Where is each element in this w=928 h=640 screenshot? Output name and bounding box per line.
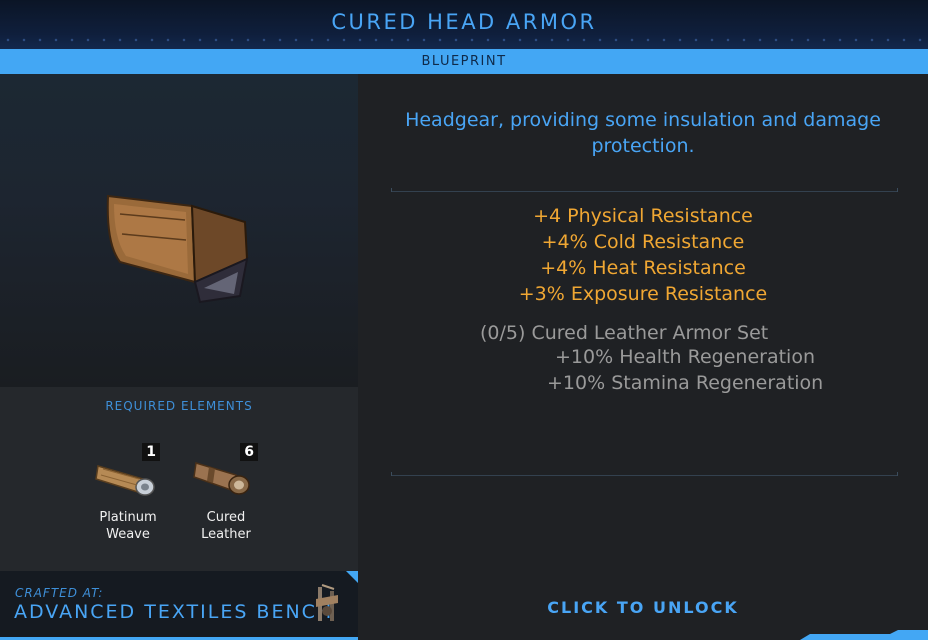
cured-head-armor-image — [106, 194, 249, 304]
set-bonus-stamina: +10% Stamina Regeneration — [547, 372, 824, 394]
required-elements-panel: REQUIRED ELEMENTS 1 Platinum Weave 6 Cur… — [0, 387, 358, 571]
title-bar-pattern — [0, 36, 928, 44]
details-panel: Headgear, providing some insulation and … — [358, 74, 928, 640]
crafted-at-label: CRAFTED AT: — [15, 586, 104, 600]
corner-accent — [800, 630, 928, 640]
stat-cold-resistance: +4% Cold Resistance — [541, 231, 745, 253]
left-panel: REQUIRED ELEMENTS 1 Platinum Weave 6 Cur… — [0, 74, 358, 640]
required-element-platinum-weave[interactable]: 1 Platinum Weave — [78, 443, 178, 543]
stat-physical-resistance: +4 Physical Resistance — [533, 205, 753, 227]
divider-bottom — [391, 472, 898, 476]
item-title: CURED HEAD ARMOR — [331, 10, 597, 34]
corner-marker — [346, 571, 358, 583]
blueprint-label: BLUEPRINT — [421, 54, 507, 69]
crafting-bench-name: ADVANCED TEXTILES BENCH — [14, 601, 334, 623]
stat-exposure-resistance: +3% Exposure Resistance — [518, 283, 768, 305]
textiles-bench-icon — [316, 584, 338, 621]
blueprint-banner: BLUEPRINT — [0, 49, 928, 74]
set-bonus-health: +10% Health Regeneration — [555, 346, 815, 368]
divider-top — [391, 188, 898, 192]
title-bar: CURED HEAD ARMOR — [0, 0, 928, 49]
crafted-at-panel[interactable]: CRAFTED AT: ADVANCED TEXTILES BENCH — [0, 571, 358, 640]
item-preview — [0, 74, 358, 387]
platinum-weave-name: Platinum Weave — [99, 510, 157, 542]
set-bonus-title: (0/5) Cured Leather Armor Set — [480, 322, 769, 344]
item-description: Headgear, providing some insulation and … — [405, 109, 881, 157]
cured-leather-name: Cured Leather — [201, 510, 251, 542]
stats-list: +4 Physical Resistance +4% Cold Resistan… — [358, 203, 928, 307]
cured-leather-count: 6 — [240, 443, 258, 461]
stat-heat-resistance: +4% Heat Resistance — [540, 257, 746, 279]
unlock-button[interactable]: CLICK TO UNLOCK — [358, 598, 928, 617]
required-element-cured-leather[interactable]: 6 Cured Leather — [176, 443, 276, 543]
required-elements-title: REQUIRED ELEMENTS — [105, 399, 253, 413]
platinum-weave-count: 1 — [142, 443, 160, 461]
